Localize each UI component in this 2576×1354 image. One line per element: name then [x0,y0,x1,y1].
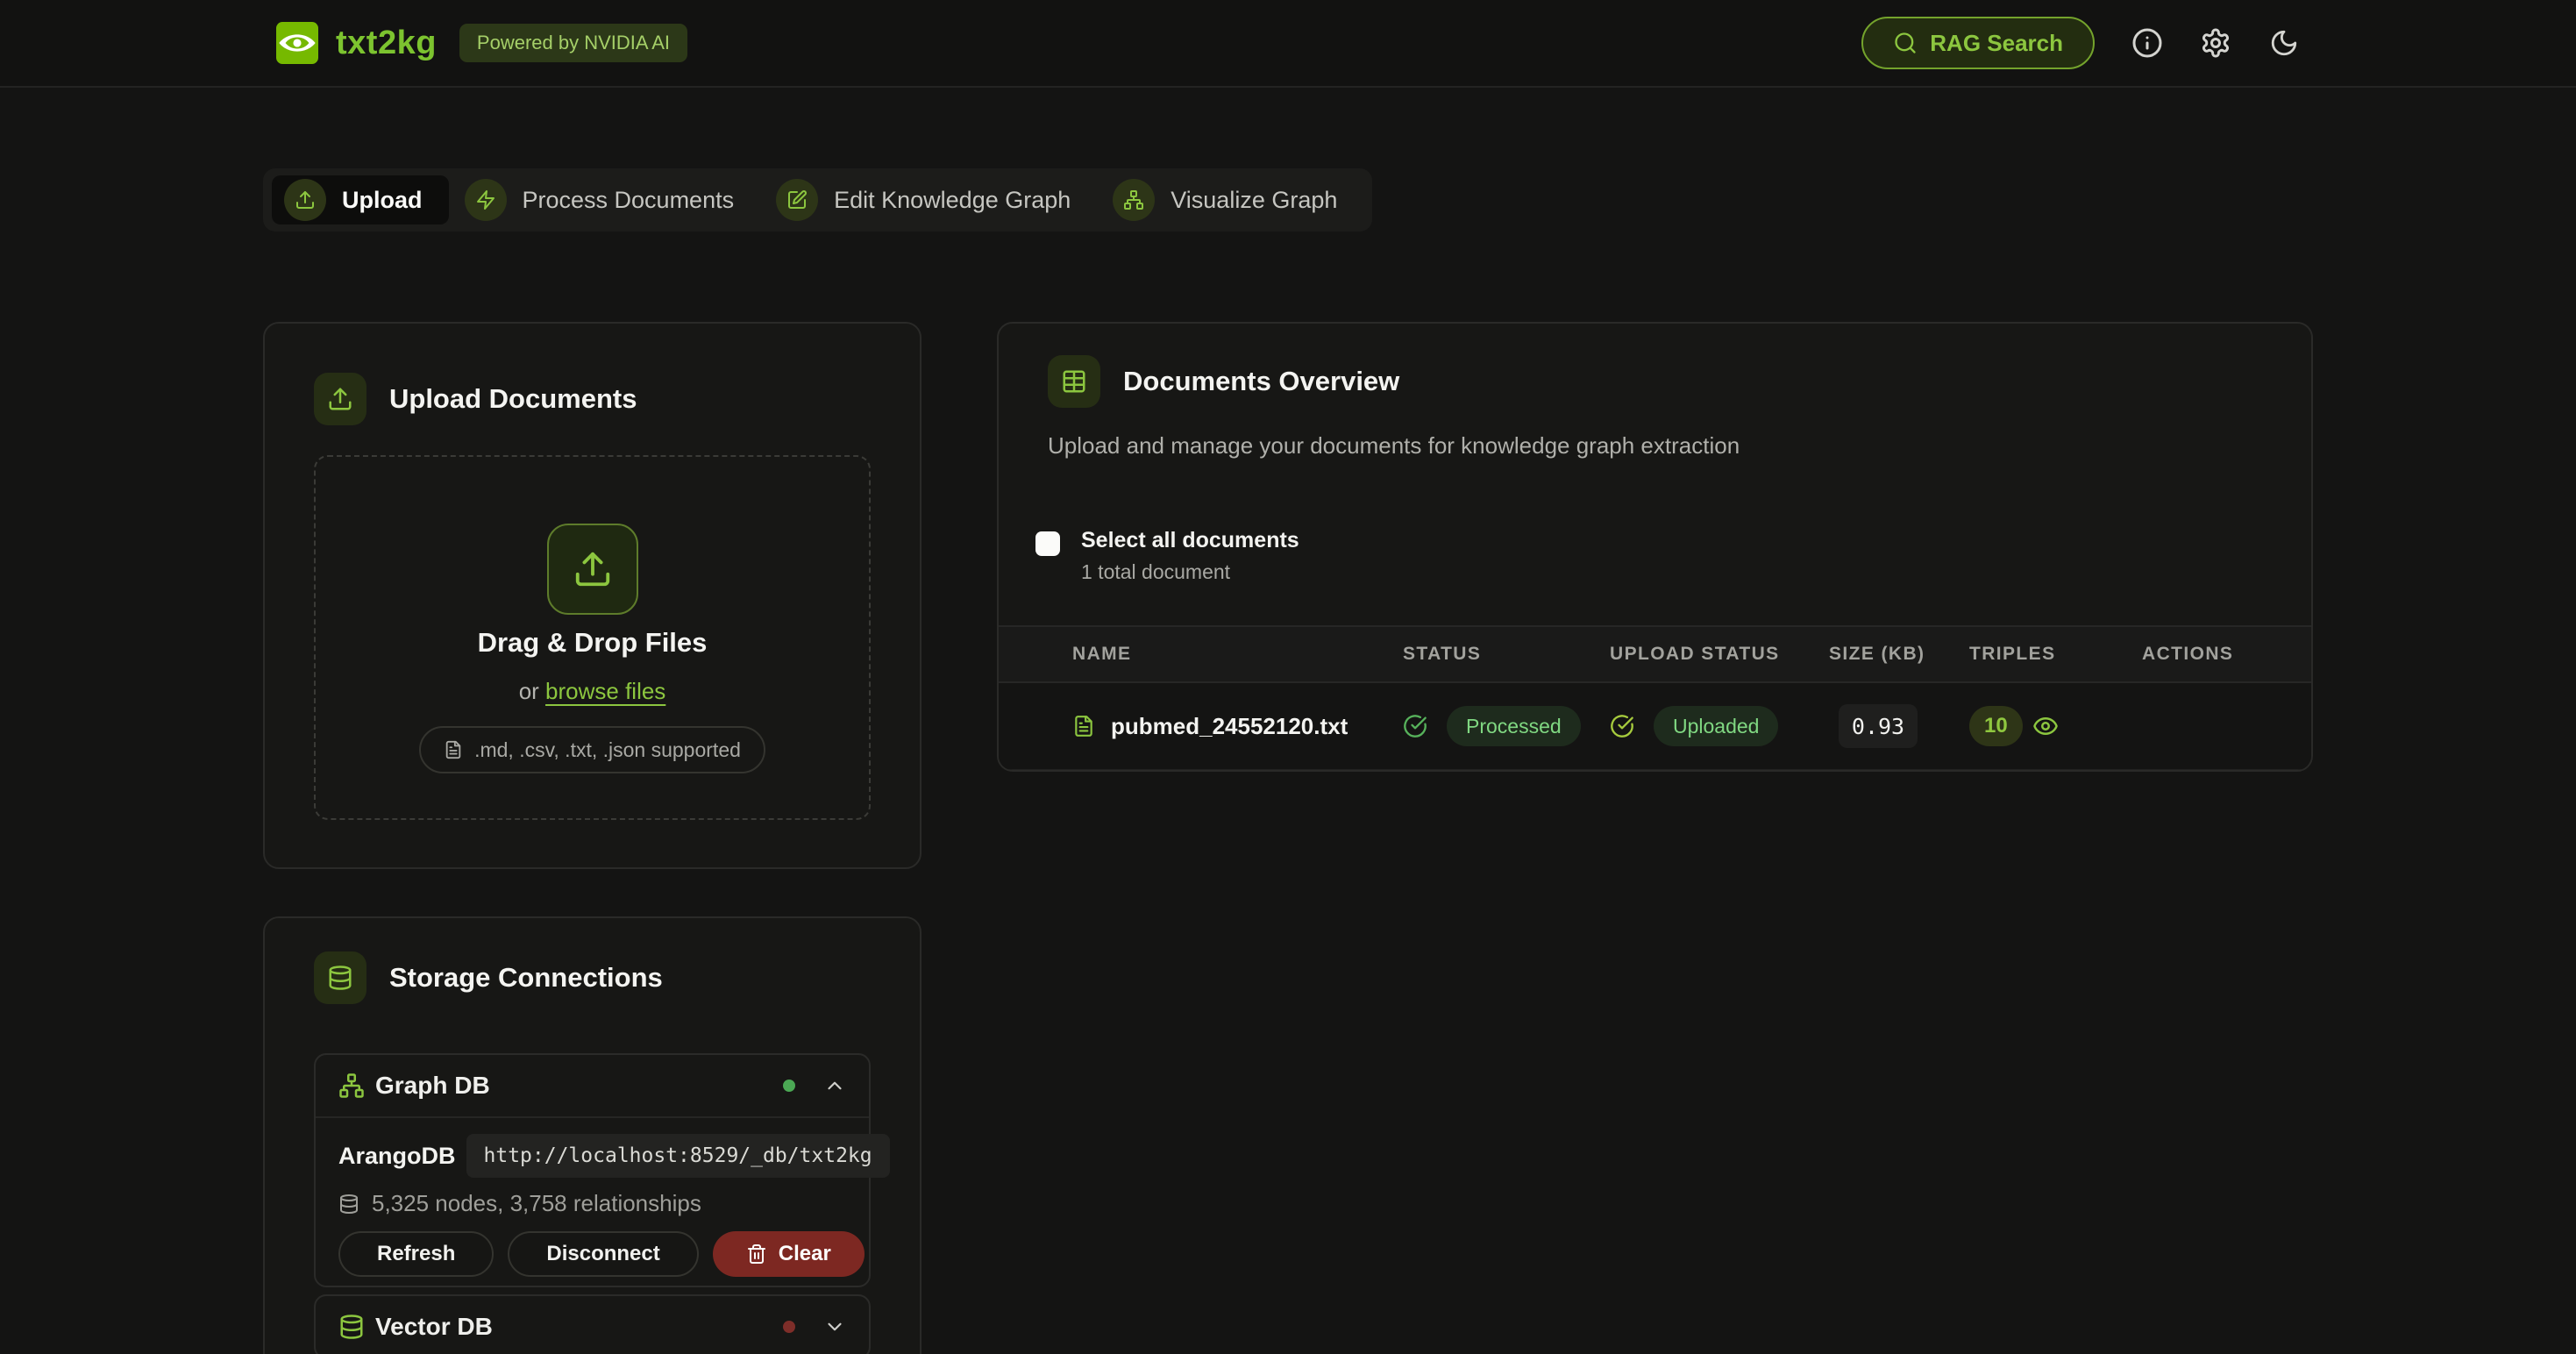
col-size: SIZE (KB) [1808,644,1948,665]
vector-db-header[interactable]: Vector DB [316,1296,869,1354]
tab-label: Process Documents [523,187,735,214]
vector-db-panel: Vector DB [314,1294,871,1354]
trash-icon [746,1244,767,1265]
triples-count-badge: 10 [1969,706,2023,746]
dropzone-title: Drag & Drop Files [478,627,708,659]
or-text: or [519,678,545,704]
supported-formats-text: .md, .csv, .txt, .json supported [474,738,741,762]
card-subtitle: Upload and manage your documents for kno… [999,432,2311,460]
tab-upload[interactable]: Upload [272,175,449,224]
col-status: STATUS [1382,644,1592,665]
graph-db-stats: 5,325 nodes, 3,758 relationships [372,1190,701,1217]
network-graph-icon [1113,179,1155,221]
dropzone-subtitle: or browse files [519,678,666,705]
table-row: pubmed_24552120.txt Processed Uploaded [999,683,2311,771]
tab-label: Upload [342,187,423,214]
disconnect-button[interactable]: Disconnect [508,1231,698,1277]
tab-label: Edit Knowledge Graph [834,187,1071,214]
storage-connections-card: Storage Connections Graph DB [263,916,922,1354]
app-header: txt2kg Powered by NVIDIA AI RAG Search [0,0,2576,88]
brand: txt2kg Powered by NVIDIA AI [276,22,687,64]
col-triples: TRIPLES [1948,644,2107,665]
clear-button[interactable]: Clear [713,1231,865,1277]
graph-db-panel: Graph DB ArangoDB http://localhost:8529/… [314,1053,871,1287]
tab-process-documents[interactable]: Process Documents [452,175,761,224]
status-dot-disconnected [783,1321,795,1333]
status-badge: Processed [1447,706,1581,746]
select-all-label: Select all documents [1081,528,1299,553]
graph-db-title: Graph DB [375,1072,490,1100]
supported-formats-badge: .md, .csv, .txt, .json supported [419,726,765,773]
search-icon [1893,31,1918,55]
chevron-down-icon[interactable] [823,1315,846,1338]
main-content: Upload Process Documents Edit Knowledge … [263,88,2313,1354]
card-title: Documents Overview [1123,366,1399,397]
col-name: NAME [1072,644,1382,665]
lightning-icon [465,179,507,221]
tab-label: Visualize Graph [1171,187,1337,214]
database-icon [338,1194,359,1215]
check-circle-icon [1403,714,1427,738]
document-name: pubmed_24552120.txt [1111,713,1348,740]
database-icon [338,1314,365,1340]
col-upload-status: UPLOAD STATUS [1592,644,1808,665]
card-title: Upload Documents [389,383,637,415]
tab-bar: Upload Process Documents Edit Knowledge … [263,168,1372,232]
provider-name: ArangoDB [338,1143,456,1170]
tab-edit-knowledge-graph[interactable]: Edit Knowledge Graph [764,175,1097,224]
table-header: NAME STATUS UPLOAD STATUS SIZE (KB) TRIP… [999,625,2311,683]
select-all-checkbox[interactable] [1035,531,1060,556]
size-value: 0.93 [1839,704,1918,748]
browse-files-link[interactable]: browse files [545,678,665,704]
upload-icon [284,179,326,221]
nvidia-logo-icon [276,22,318,64]
app-title: txt2kg [336,25,437,62]
status-dot-connected [783,1080,795,1092]
edit-pen-icon [776,179,818,221]
graph-db-header[interactable]: Graph DB [316,1055,869,1116]
connection-url: http://localhost:8529/_db/txt2kg [466,1134,890,1178]
dark-mode-moon-icon[interactable] [2268,27,2300,59]
rag-search-button[interactable]: RAG Search [1861,17,2095,69]
upload-icon [314,373,366,425]
header-actions: RAG Search [1861,17,2300,69]
chevron-up-icon[interactable] [823,1074,846,1097]
settings-gear-icon[interactable] [2200,27,2231,59]
info-icon[interactable] [2131,27,2163,59]
card-title: Storage Connections [389,962,663,994]
network-graph-icon [338,1073,365,1099]
file-icon [444,740,463,759]
file-dropzone[interactable]: Drag & Drop Files or browse files .md, .… [314,455,871,820]
check-circle-icon [1610,714,1634,738]
powered-badge: Powered by NVIDIA AI [459,24,687,62]
upload-icon [547,524,638,615]
upload-documents-card: Upload Documents Drag & Drop Files or br… [263,322,922,869]
view-eye-icon[interactable] [2032,713,2059,739]
upload-status-badge: Uploaded [1654,706,1778,746]
tab-visualize-graph[interactable]: Visualize Graph [1100,175,1363,224]
total-documents-label: 1 total document [1081,560,1299,584]
clear-label: Clear [779,1242,831,1266]
col-actions: ACTIONS [2107,644,2311,665]
database-icon [314,951,366,1004]
rag-search-label: RAG Search [1930,30,2063,57]
documents-overview-card: Documents Overview Upload and manage you… [997,322,2313,772]
file-text-icon [1072,715,1095,738]
refresh-button[interactable]: Refresh [338,1231,494,1277]
table-icon [1048,355,1100,408]
vector-db-title: Vector DB [375,1313,493,1341]
